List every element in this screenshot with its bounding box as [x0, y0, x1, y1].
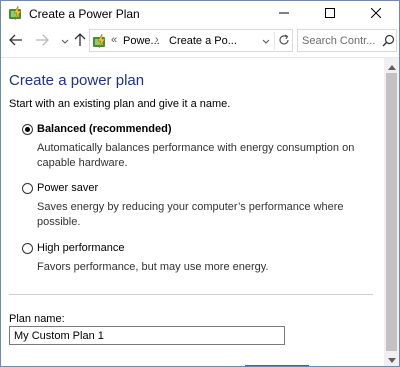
scroll-down-button[interactable] — [384, 351, 399, 366]
content-area: Create a power plan Start with an existi… — [1, 58, 384, 366]
search-icon[interactable] — [382, 34, 395, 47]
power-options-icon — [8, 5, 24, 21]
option-description-power-saver: Saves energy by reducing your computer’s… — [37, 201, 344, 228]
chevron-up-icon — [387, 59, 396, 73]
minimize-button[interactable] — [261, 1, 307, 26]
chevron-down-icon — [387, 352, 396, 366]
forward-arrow-icon — [35, 34, 49, 49]
page-title: Create a power plan — [9, 72, 145, 89]
maximize-icon — [325, 7, 335, 21]
address-bar[interactable]: « Powe... › Create a Po... — [89, 29, 293, 52]
radio-high-performance[interactable] — [22, 243, 33, 254]
create-power-plan-window: Create a Power Plan « Powe... › Create a… — [0, 0, 400, 367]
option-label-power-saver[interactable]: Power saver — [37, 182, 98, 194]
vertical-scrollbar[interactable] — [384, 58, 399, 366]
back-button[interactable] — [7, 32, 25, 50]
option-description-high-performance: Favors performance, but may use more ene… — [37, 261, 269, 273]
chevron-down-icon — [262, 34, 270, 48]
option-label-balanced[interactable]: Balanced (recommended) — [37, 123, 171, 135]
close-icon — [370, 7, 382, 21]
breadcrumb-create-power-plan[interactable]: Create a Po... — [169, 35, 237, 47]
up-arrow-icon — [74, 32, 86, 50]
scroll-up-button[interactable] — [384, 58, 399, 73]
radio-balanced[interactable] — [22, 124, 33, 135]
section-divider — [9, 294, 373, 295]
search-input[interactable] — [302, 34, 380, 48]
close-button[interactable] — [353, 1, 399, 26]
scrollbar-thumb[interactable] — [386, 73, 397, 351]
search-box[interactable] — [297, 29, 397, 52]
title-bar[interactable]: Create a Power Plan — [1, 1, 399, 26]
forward-button[interactable] — [33, 32, 51, 50]
address-dropdown-button[interactable] — [259, 33, 273, 49]
chevron-down-icon — [61, 34, 69, 48]
power-options-icon — [92, 33, 108, 49]
window-title: Create a Power Plan — [29, 7, 140, 21]
back-arrow-icon — [9, 34, 23, 49]
refresh-button[interactable] — [274, 32, 292, 50]
option-description-balanced: Automatically balances performance with … — [37, 142, 355, 169]
breadcrumb-separator[interactable]: › — [155, 34, 159, 46]
address-overflow-chevron[interactable]: « — [111, 34, 117, 46]
refresh-icon — [278, 33, 290, 49]
plan-name-input[interactable] — [9, 326, 285, 345]
plan-name-label: Plan name: — [9, 313, 65, 325]
minimize-icon — [279, 7, 289, 21]
intro-text: Start with an existing plan and give it … — [9, 98, 231, 110]
up-button[interactable] — [71, 32, 89, 50]
radio-power-saver[interactable] — [22, 183, 33, 194]
navigation-bar: « Powe... › Create a Po... — [1, 26, 399, 56]
option-label-high-performance[interactable]: High performance — [37, 242, 124, 254]
maximize-button[interactable] — [307, 1, 353, 26]
